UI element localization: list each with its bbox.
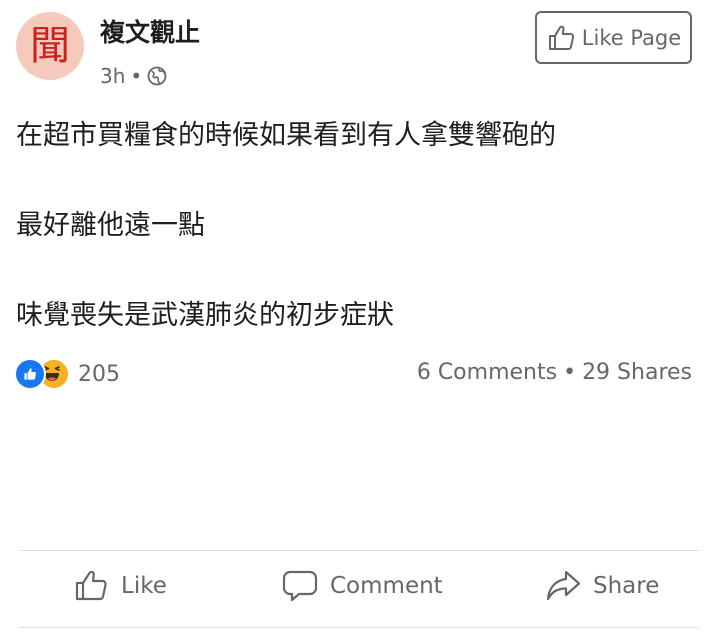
reactions-summary[interactable]: 205 [14,358,120,390]
like-page-button[interactable]: Like Page [535,11,692,64]
like-page-label: Like Page [581,25,682,50]
comment-button[interactable]: Comment [282,568,443,604]
like-button[interactable]: Like [73,568,167,604]
engagement-separator: • [563,360,577,385]
post-text-line: 最好離他遠一點 [16,210,205,241]
post-meta: 3h • [100,64,167,88]
post-text: 在超市買糧食的時候如果看到有人拿雙響砲的 最好離他遠一點 味覺喪失是武漢肺炎的初… [16,118,556,333]
avatar-text: 聞 [30,23,70,69]
post-text-line: 味覺喪失是武漢肺炎的初步症狀 [16,300,394,331]
reaction-count: 205 [78,361,120,387]
globe-icon [147,66,167,86]
post-text-line: 在超市買糧食的時候如果看到有人拿雙響砲的 [16,120,556,151]
thumbs-up-icon [548,25,574,50]
engagement-summary: 6 Comments • 29 Shares [417,360,692,385]
comment-icon [282,570,318,602]
like-label: Like [121,573,167,599]
share-label: Share [593,573,660,599]
shares-count-link[interactable]: 29 Shares [582,360,692,385]
comments-count-link[interactable]: 6 Comments [417,360,557,385]
share-icon [546,570,581,601]
share-button[interactable]: Share [545,568,659,604]
comment-label: Comment [330,573,443,599]
meta-separator: • [130,64,143,88]
divider [20,550,699,551]
thumbs-up-icon [75,570,107,601]
divider [20,627,699,628]
page-name[interactable]: 複文觀止 [100,20,200,45]
like-reaction-icon [14,358,46,390]
avatar[interactable]: 聞 [16,12,84,80]
post-timestamp[interactable]: 3h [100,64,125,88]
